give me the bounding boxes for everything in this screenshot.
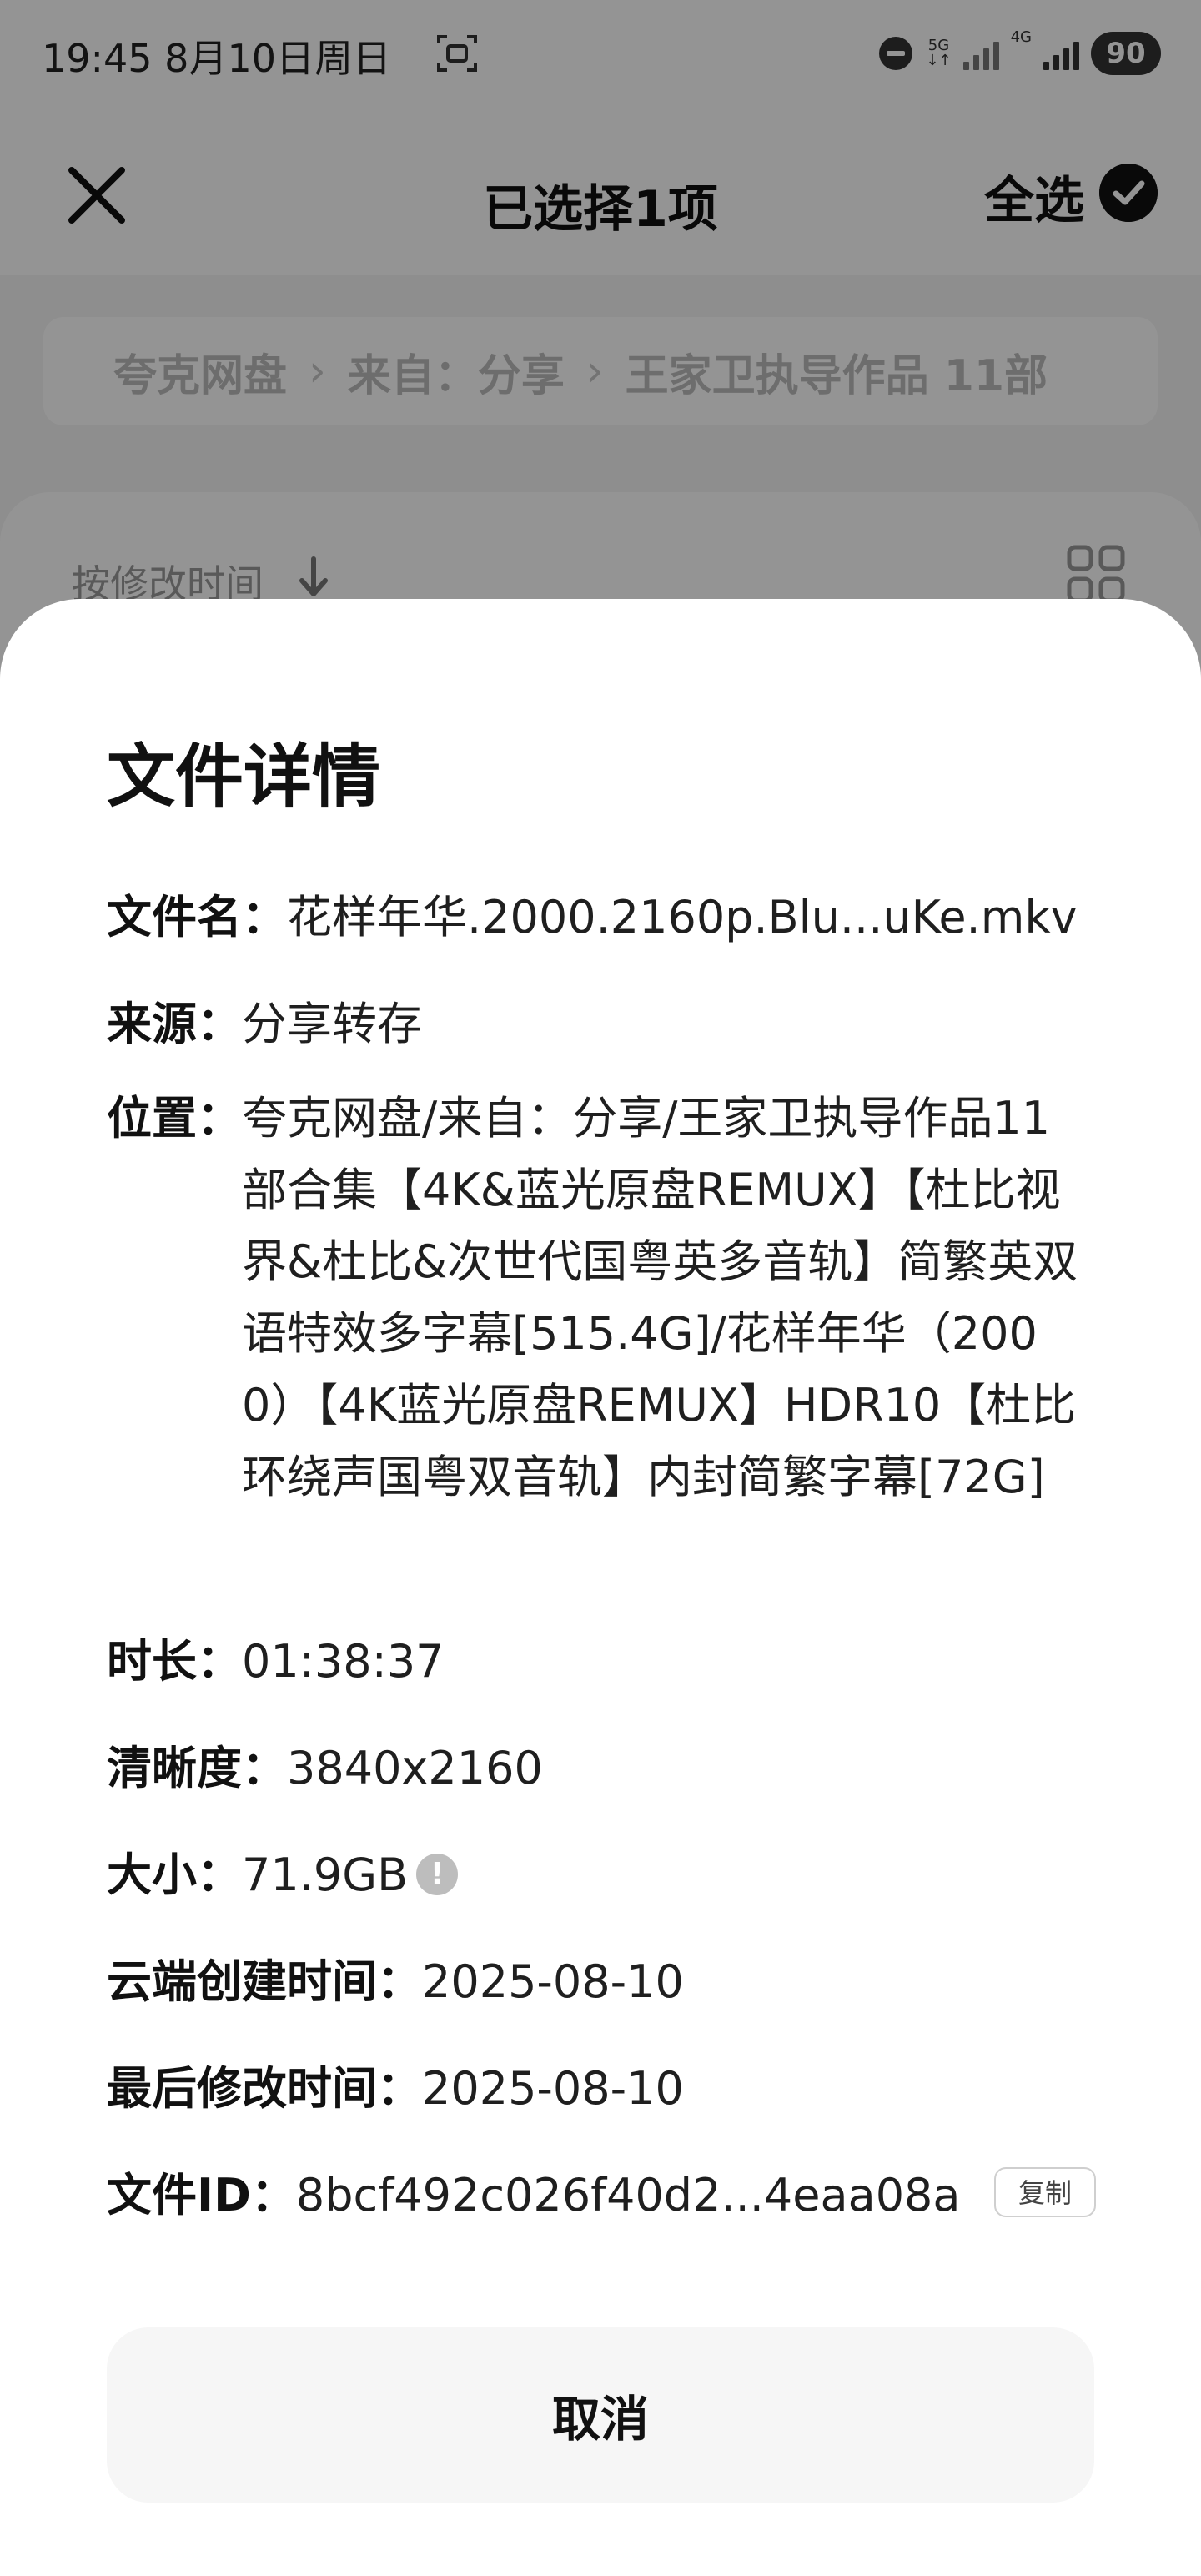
file-id-label: 文件ID： [107,2169,296,2221]
source-label: 来源： [107,998,242,1050]
modified-value: 2025-08-10 [422,2062,684,2115]
cloud-created-row: 云端创建时间：2025-08-10 [107,1947,1108,2017]
resolution-label: 清晰度： [107,1742,287,1794]
source-value: 分享转存 [242,998,422,1050]
location-label: 位置： [107,1092,242,1145]
size-value: 71.9GB [242,1849,409,1901]
duration-value: 01:38:37 [242,1635,445,1688]
filename-value: 花样年华.2000.2160p.Blu...uKe.mkv [287,891,1078,943]
modified-label: 最后修改时间： [107,2062,422,2115]
file-details-sheet: 文件详情 文件名：花样年华.2000.2160p.Blu...uKe.mkv 来… [0,599,1201,2576]
sheet-title: 文件详情 [107,737,381,817]
file-id-value: 8bcf492c026f40d2...4eaa08a [295,2169,961,2221]
copy-button[interactable]: 复制 [994,2167,1096,2217]
cancel-button[interactable]: 取消 [107,2327,1094,2503]
info-icon[interactable]: ! [416,1854,459,1896]
source-row: 来源：分享转存 [107,989,1108,1059]
modified-row: 最后修改时间：2025-08-10 [107,2054,1108,2124]
filename-label: 文件名： [107,891,287,943]
cloud-created-label: 云端创建时间： [107,1955,422,2008]
screen: 19:45 8月10日周日 5G ↓↑ 4G 90 已选择1项 全选 夸克网盘 … [0,0,1201,2576]
size-row: 大小：71.9GB! [107,1840,1108,1910]
duration-label: 时长： [107,1635,242,1688]
location-row: 位置： 夸克网盘/来自：分享/王家卫执导作品11部合集【4K&蓝光原盘REMUX… [107,1083,1133,1513]
location-value: 夸克网盘/来自：分享/王家卫执导作品11部合集【4K&蓝光原盘REMUX】【杜比… [242,1092,1078,1503]
filename-row: 文件名：花样年华.2000.2160p.Blu...uKe.mkv [107,883,1108,953]
resolution-row: 清晰度：3840x2160 [107,1733,1108,1804]
duration-row: 时长：01:38:37 [107,1627,1108,1697]
resolution-value: 3840x2160 [287,1742,543,1794]
cloud-created-value: 2025-08-10 [422,1955,684,2008]
file-id-row: 文件ID：8bcf492c026f40d2...4eaa08a [107,2161,974,2231]
size-label: 大小： [107,1849,242,1901]
